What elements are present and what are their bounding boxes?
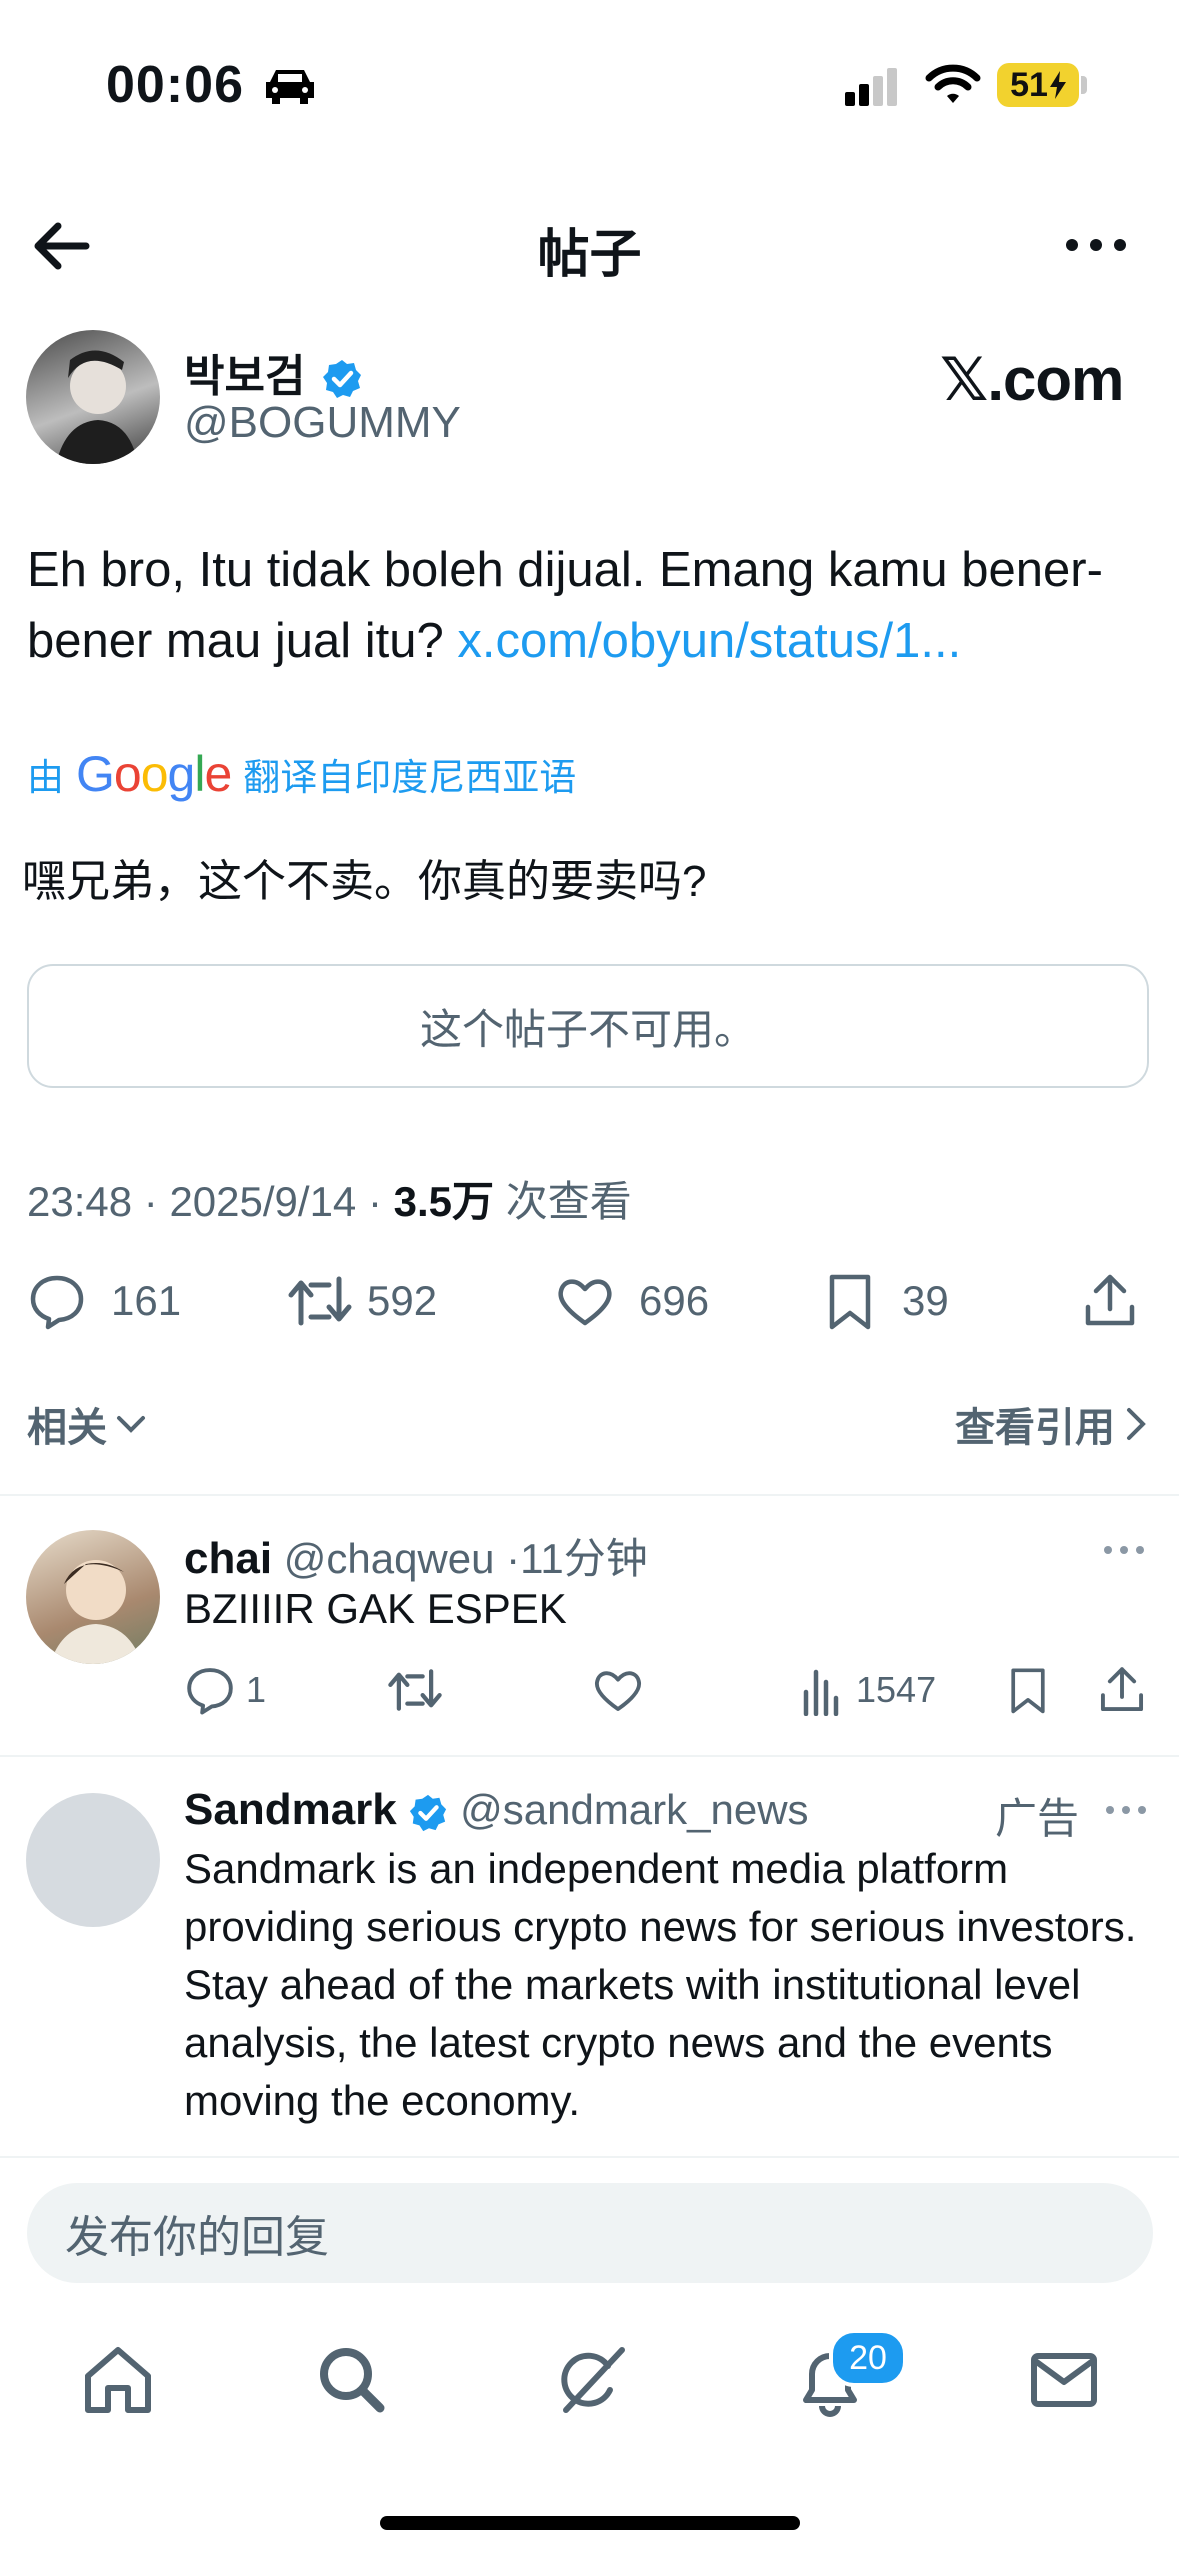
verified-badge-icon [410,1794,447,1832]
signal-icon [843,68,903,113]
author-avatar[interactable] [26,330,160,464]
post-meta: 23:48 · 2025/9/14 · 3.5万 次查看 [27,1178,632,1225]
quoted-post-unavailable-card: 这个帖子不可用。 [27,964,1149,1088]
reply-views-count: 1547 [856,1669,937,1710]
reply-views-button[interactable]: 1547 [800,1660,936,1720]
ad-avatar[interactable] [26,1793,160,1927]
ad-author-name[interactable]: Sandmark [184,1785,397,1834]
ad-label: 广告 [995,1795,1080,1842]
heart-icon [594,1671,642,1712]
status-time: 00:06 [106,56,244,114]
like-count: 696 [639,1277,710,1324]
reply-action-button[interactable]: 161 [27,1265,181,1337]
reply-author-name[interactable]: chai [184,1534,272,1583]
chevron-down-icon [117,1416,145,1433]
grok-icon [561,2347,625,2413]
reply-text: BZIIIIR GAK ESPEK [184,1585,567,1632]
related-label: 相关 [27,1406,107,1450]
reply-bookmark-button[interactable] [1005,1660,1051,1720]
translate-from-label: 翻译自印度尼西亚语 [243,757,577,798]
heart-icon [558,1279,612,1326]
ad-header: Sandmark @sandmark_news [184,1785,809,1835]
notifications-badge: 20 [829,2329,907,2387]
reply-comment-count: 1 [246,1669,267,1710]
x-com-logo: 𝕏.com [940,346,1124,413]
reply-header: chai @chaqweu ·11分钟 [184,1534,648,1583]
post-time: 23:48 [27,1178,133,1225]
more-dots-icon [1106,1806,1146,1814]
search-icon [320,2348,385,2413]
reply-like-button[interactable] [592,1660,644,1720]
translation-attribution[interactable]: 由 Google 翻译自印度尼西亚语 [27,745,576,803]
page-title: 帖子 [537,226,642,284]
author-handle[interactable]: @BOGUMMY [184,398,461,448]
bookmark-icon [1011,1668,1045,1714]
battery-nub [1081,76,1087,94]
reply-time: 11分钟 [520,1535,648,1582]
translated-text: 嘿兄弟，这个不卖。你真的要卖吗? [22,857,707,906]
comment-icon [187,1668,233,1715]
reply-avatar[interactable] [26,1530,160,1664]
mail-icon [1031,2353,1097,2407]
notifications-badge-count: 20 [849,2338,887,2377]
divider [0,2156,1179,2158]
more-options-button[interactable] [1060,220,1132,270]
tab-search[interactable] [312,2340,392,2420]
repost-icon [388,1669,442,1711]
home-icon [85,2347,151,2413]
view-quotes-link[interactable]: 查看引用 [955,1395,1149,1453]
reply-share-button[interactable] [1096,1660,1148,1720]
bookmark-action-button[interactable]: 39 [822,1265,949,1337]
share-icon [1100,1667,1144,1712]
ad-text: Sandmark is an independent media platfor… [184,1845,1137,2124]
charging-bolt-icon [1049,71,1066,99]
like-action-button[interactable]: 696 [555,1265,709,1337]
tab-home[interactable] [78,2340,158,2420]
bookmark-icon [829,1274,871,1330]
author-name-text: 박보검 [184,351,306,402]
post-date: 2025/9/14 [169,1178,357,1225]
home-indicator[interactable] [380,2516,800,2530]
quotes-label: 查看引用 [955,1406,1115,1450]
author-name[interactable]: 박보검 [184,340,363,404]
post-link[interactable]: x.com/obyun/status/1... [457,614,961,668]
quoted-post-unavailable-text: 这个帖子不可用。 [419,1005,756,1053]
divider [0,1494,1179,1496]
reply-repost-button[interactable] [387,1660,443,1720]
post-text: Eh bro, Itu tidak boleh dijual. Emang ka… [27,535,1157,677]
reply-more-button[interactable] [1100,1540,1148,1565]
verified-badge-icon [322,360,361,398]
battery-level: 51 [1010,65,1048,104]
translate-by-label: 由 [27,757,64,798]
car-icon [262,66,318,111]
share-action-button[interactable] [1080,1265,1140,1337]
repost-count: 592 [367,1277,438,1324]
analytics-bars-icon [803,1669,839,1716]
ad-more-button[interactable] [1102,1800,1150,1825]
repost-action-button[interactable]: 592 [287,1265,437,1337]
views-label: 次查看 [505,1178,632,1225]
chevron-right-icon [1127,1408,1146,1440]
more-dots-icon [1066,239,1126,251]
comment-icon [30,1275,84,1330]
google-logo: Google [76,746,232,802]
ad-author-handle[interactable]: @sandmark_news [460,1786,808,1833]
tab-grok[interactable] [552,2340,632,2420]
divider [0,1755,1179,1757]
share-icon [1085,1274,1135,1326]
reply-count: 161 [111,1277,182,1324]
reply-input-placeholder: 发布你的回复 [65,2213,329,2262]
battery-indicator: 51 [997,63,1079,107]
tab-messages[interactable] [1024,2340,1104,2420]
reply-input[interactable]: 发布你的回复 [27,2183,1153,2283]
reply-comment-button[interactable]: 1 [184,1660,266,1720]
more-dots-icon [1104,1546,1144,1554]
wifi-icon [925,62,981,111]
repost-icon [288,1276,352,1326]
bookmark-count: 39 [902,1277,949,1324]
views-count: 3.5万 [393,1178,495,1225]
reply-author-handle[interactable]: @chaqweu [284,1535,495,1582]
related-dropdown[interactable]: 相关 [27,1395,149,1453]
